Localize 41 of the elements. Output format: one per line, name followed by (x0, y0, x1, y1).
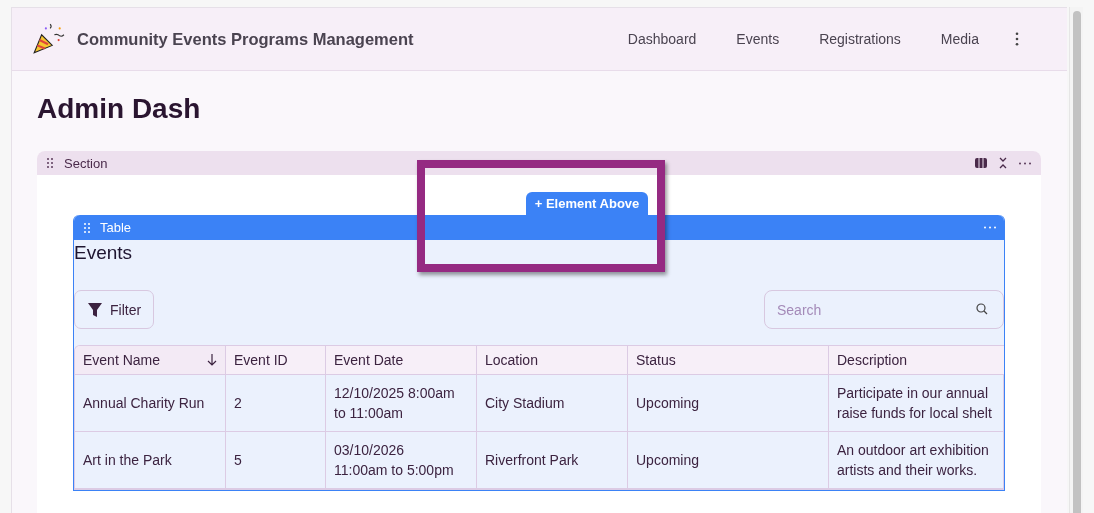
column-header[interactable]: Location (476, 346, 628, 375)
table-cell-text: 03/10/2026 11:00am to 5:00pm (334, 441, 454, 480)
drag-handle-icon[interactable] (84, 222, 90, 233)
search-field[interactable]: Search (764, 290, 1004, 329)
scrollbar-thumb[interactable] (1072, 11, 1081, 513)
table-cell-text: Upcoming (636, 394, 700, 413)
filter-button[interactable]: Filter (74, 290, 155, 329)
table-cell-text: Annual Charity Run (83, 394, 205, 413)
sort-arrow-icon[interactable] (207, 354, 217, 366)
drag-handle-icon[interactable] (47, 158, 53, 168)
column-header[interactable]: Event Name (75, 346, 226, 375)
column-header[interactable]: Event ID (225, 346, 326, 375)
column-header[interactable]: Status (627, 346, 829, 375)
table-cell-text: Upcoming (636, 451, 700, 470)
column-header[interactable]: Event Date (325, 346, 477, 375)
columns-icon[interactable] (975, 158, 987, 168)
search-icon (976, 303, 988, 315)
table-cell-text: Riverfront Park (485, 451, 579, 470)
table-cell-text: An outdoor art exhibition artists and their works. (837, 441, 989, 480)
nav-link[interactable]: Dashboard (627, 31, 697, 47)
section-label: Section (64, 155, 108, 171)
nav-link[interactable]: Events (736, 31, 780, 47)
more-options-icon[interactable] (1019, 161, 1031, 165)
table-cell-text: 5 (234, 451, 242, 470)
page-title: Admin Dash (37, 93, 202, 125)
nav-link[interactable]: Media (940, 31, 979, 47)
table-cell-text: City Stadium (485, 394, 565, 413)
table-cell-text: 12/10/2025 8:00am to 11:00am (334, 384, 455, 423)
table-title: Events (74, 242, 134, 264)
filter-icon (88, 302, 102, 317)
table-cell-text: 2 (234, 394, 242, 413)
table-cell-text: Art in the Park (83, 451, 172, 470)
collapse-icon[interactable] (998, 157, 1008, 169)
party-popper-icon (31, 22, 65, 56)
more-options-icon[interactable] (1015, 32, 1019, 46)
app-title: Community Events Programs Management (77, 29, 414, 49)
add-element-above-button[interactable]: + Element Above (525, 192, 649, 215)
column-header[interactable]: Description (828, 346, 1004, 375)
nav-link[interactable]: Registrations (819, 31, 901, 47)
table-cell-text: Participate in our annual raise funds for local shelt (837, 384, 992, 423)
table-block-label: Table (100, 220, 132, 235)
